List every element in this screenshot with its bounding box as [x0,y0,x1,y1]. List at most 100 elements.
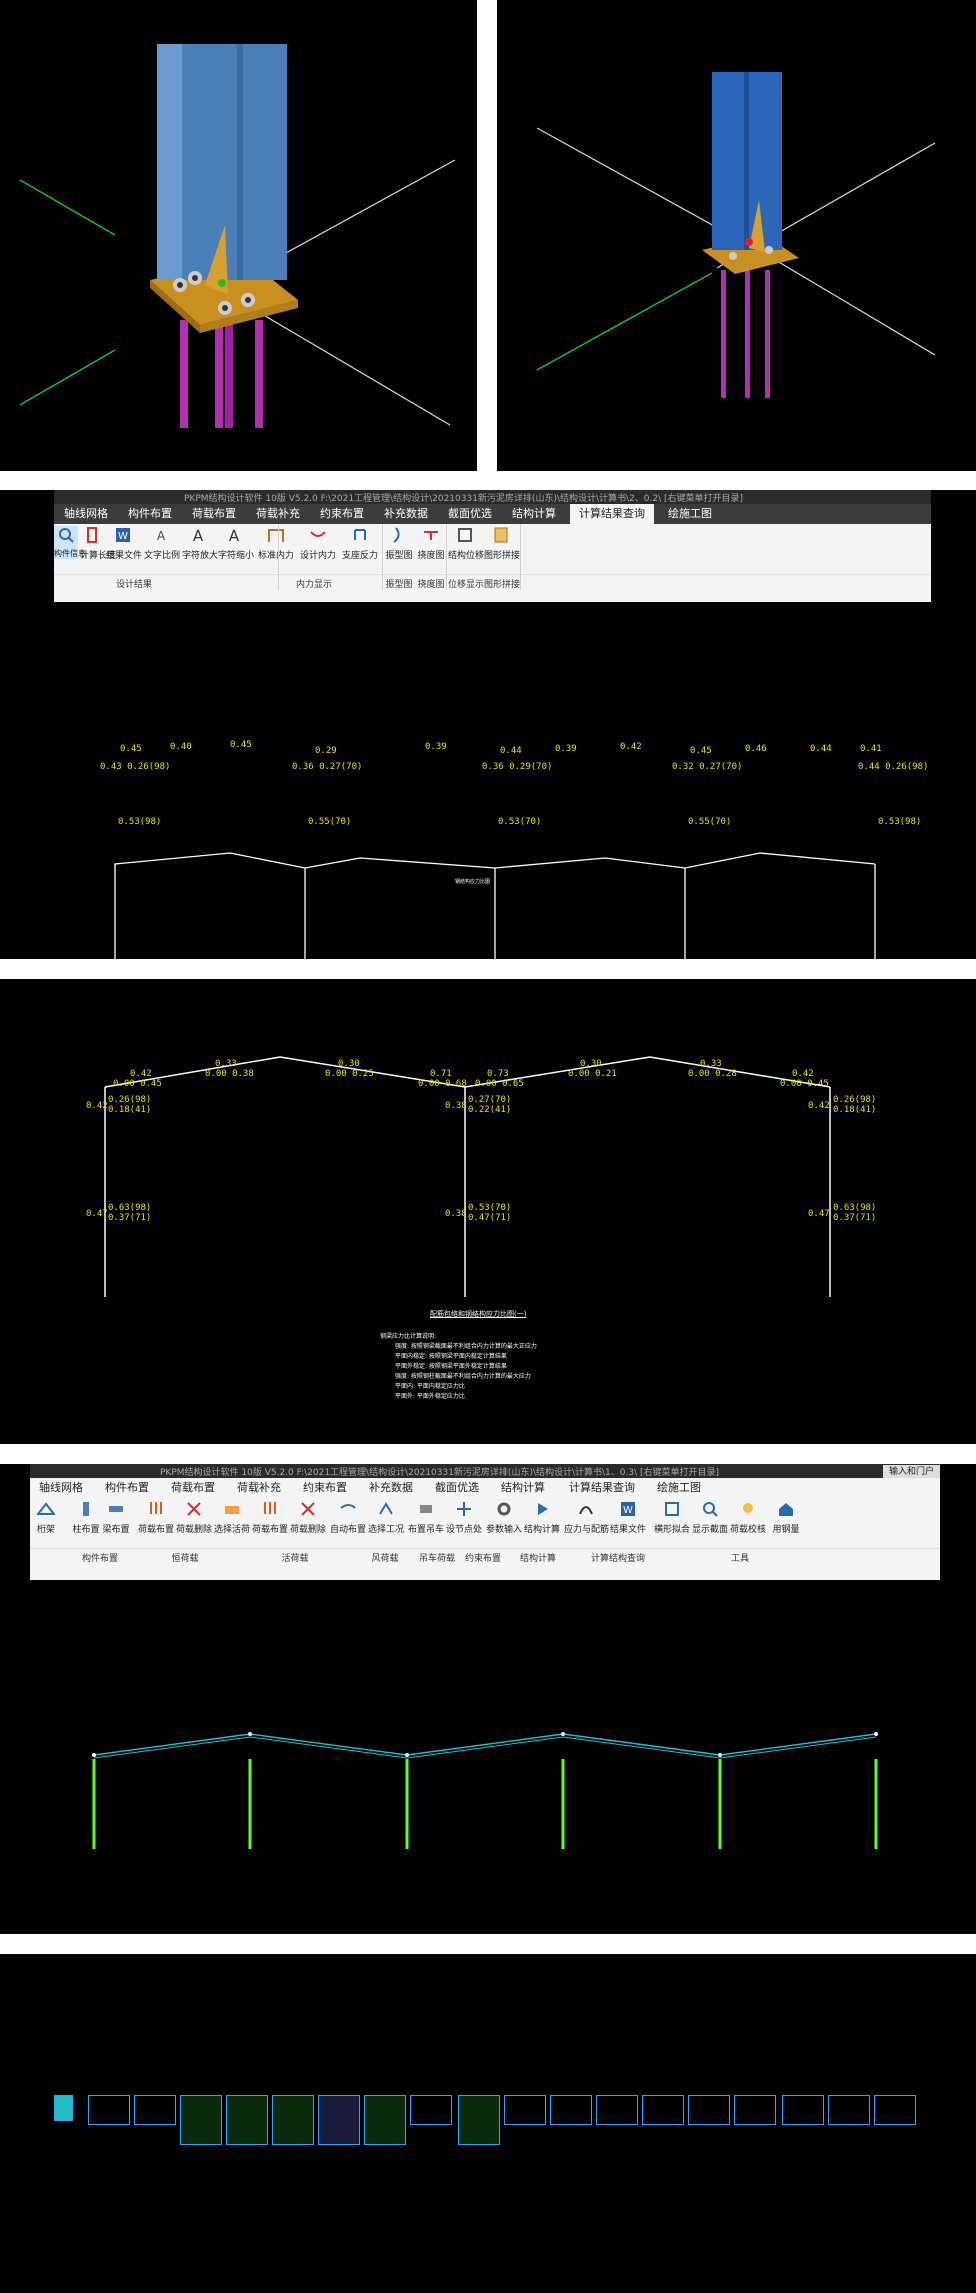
displacement-icon [458,528,472,542]
beam-label: 0.44 [810,744,832,754]
deflection-button[interactable]: 挠度图 [416,526,446,561]
drawing-sheet[interactable] [782,2095,824,2125]
beam-label: 0.00 0.68 [418,1079,467,1089]
column-label: 0.37(71) [108,1213,152,1223]
group-stitch: 图形拼接 [484,580,521,590]
beam-label: 0.42 [130,1069,152,1079]
tab-axis-grid[interactable]: 轴线网格 [54,504,118,524]
mode-shape-button[interactable]: 振型图 [384,526,414,561]
result-file-button[interactable]: W 结果文件 [106,526,142,561]
design-internal-force-button[interactable]: 设计内力 [298,526,338,561]
tab-constraint-layout[interactable]: 约束布置 [310,504,374,524]
group-design-results: 设计结果 [115,580,152,590]
drawing-sheet[interactable] [874,2095,916,2125]
deflection-icon [424,531,438,540]
text-scale-icon: A [157,529,166,543]
structure-displacement-button[interactable]: 结构位移 [448,526,484,561]
stress-ratio-diagram: 0.42 0.00 0.45 0.33 0.00 0.38 0.30 0.00 … [0,979,976,1444]
magnifier-icon [59,528,74,543]
3d-view-left[interactable] [0,0,477,471]
drawing-sheet[interactable] [180,2095,222,2145]
graphic-stitch-button[interactable]: 图形拼接 [484,526,520,561]
group-mode-shape: 振型图 [385,580,413,590]
drawing-sheet[interactable] [734,2095,776,2125]
drawing-sheet[interactable] [54,2095,73,2121]
drawing-sheet[interactable] [596,2095,638,2125]
svg-text:W: W [118,531,128,542]
drawing-sheet[interactable] [504,2095,546,2125]
beam-label: 0.41 [860,744,882,754]
separator [278,524,279,590]
caption-note: 平面外: 平面外稳定应力比 [395,1393,465,1400]
group-force-display: 内力显示 [295,580,332,590]
3d-view-right[interactable] [497,0,976,471]
drawing-sheet[interactable] [410,2095,452,2125]
calc-length-button[interactable]: 计算长度 [80,526,116,561]
separator [446,524,447,590]
tab-calc-results[interactable]: 计算结果查询 [570,504,654,524]
support-reaction-button[interactable]: 支座反力 [340,526,380,561]
frame-diagram-1 [114,852,876,959]
length-icon [87,527,97,543]
drawing-sheet[interactable] [550,2095,592,2125]
char-enlarge-button[interactable]: A 字符放大 [182,526,218,561]
column-label: 0.18(41) [108,1105,152,1115]
svg-text:A: A [229,527,240,544]
drawing-sheet[interactable] [364,2095,406,2145]
column-label: 0.53(98) [118,817,162,827]
drawing-sheet[interactable] [318,2095,360,2145]
column-label: 0.38 [445,1209,467,1219]
column-label: 0.55(70) [688,817,732,827]
column-label: 0.36 0.27(70) [292,762,363,772]
drawing-sheet[interactable] [272,2095,314,2145]
caption-note: 强度: 按照钢柱截面最不利组合内力计算的最大应力 [395,1373,531,1380]
char-shrink-button[interactable]: A 字符缩小 [218,526,254,561]
enlarge-icon: A [193,527,204,544]
beam-label: 0.42 [620,742,642,752]
pkpm-results-window: PKPM结构设计软件 10版 V5.2.0 F:\2021工程管理\结构设计\2… [0,490,976,959]
drawing-sheet[interactable] [134,2095,176,2125]
drawing-sheet[interactable] [828,2095,870,2125]
standard-internal-force-button[interactable]: 标准内力 [256,526,296,561]
tab-structural-calc[interactable]: 结构计算 [502,504,566,524]
window-title: PKPM结构设计软件 10版 V5.2.0 F:\2021工程管理\结构设计\2… [184,494,744,504]
drawing-sheet[interactable] [226,2095,268,2145]
text-scale-button[interactable]: A 文字比例 [144,526,180,561]
drawing-sheet[interactable] [688,2095,730,2125]
beam-label: 0.29 [315,746,337,756]
member-info-button[interactable]: 构件信息 [54,526,86,559]
ribbon-groups: 设计结果 内力显示 振型图 挠度图 位移显示 图形拼接 [54,574,931,591]
column-label: 0.22(41) [468,1105,512,1115]
drawing-sheet[interactable] [458,2095,500,2145]
tab-load-supplement[interactable]: 荷载补充 [246,504,310,524]
column-label: 0.32 0.27(70) [672,762,743,772]
caption-note: 平面内: 平面内稳定应力比 [395,1383,465,1390]
tab-load-layout[interactable]: 荷载布置 [182,504,246,524]
beam-label: 0.39 [555,744,577,754]
column-label: 0.55(70) [308,817,352,827]
tab-supplementary-data[interactable]: 补充数据 [374,504,438,524]
beam-label: 0.46 [745,744,767,754]
svg-text:A: A [157,529,166,543]
column-label: 0.53(98) [878,817,922,827]
column-label: 0.53(70) [468,1203,512,1213]
beam-label: 0.00 0.28 [688,1069,737,1079]
tab-section-optimization[interactable]: 截面优选 [438,504,502,524]
beam-label: 0.33 [700,1059,722,1069]
tab-construction-drawing[interactable]: 绘施工图 [658,504,722,524]
drawing-sheets-overview[interactable] [0,1954,976,2293]
column-label: 0.42 [86,1101,108,1111]
column-label: 0.53(70) [498,817,542,827]
support-icon [354,529,366,540]
drawing-sheet[interactable] [642,2095,684,2125]
column-label: 0.38 [445,1101,467,1111]
drawing-sheet[interactable] [88,2095,130,2125]
caption-note: 平面内稳定: 按照钢梁平面内稳定计算结果 [395,1353,507,1360]
frame-model-view [92,1732,878,1849]
beam-label: 0.73 [487,1069,509,1079]
beam-label: 0.00 0.45 [780,1079,829,1089]
tab-member-layout[interactable]: 构件布置 [118,504,182,524]
beam-label: 0.71 [430,1069,452,1079]
force-diagram-icon [268,529,284,542]
column-label: 0.26(98) [108,1095,152,1105]
